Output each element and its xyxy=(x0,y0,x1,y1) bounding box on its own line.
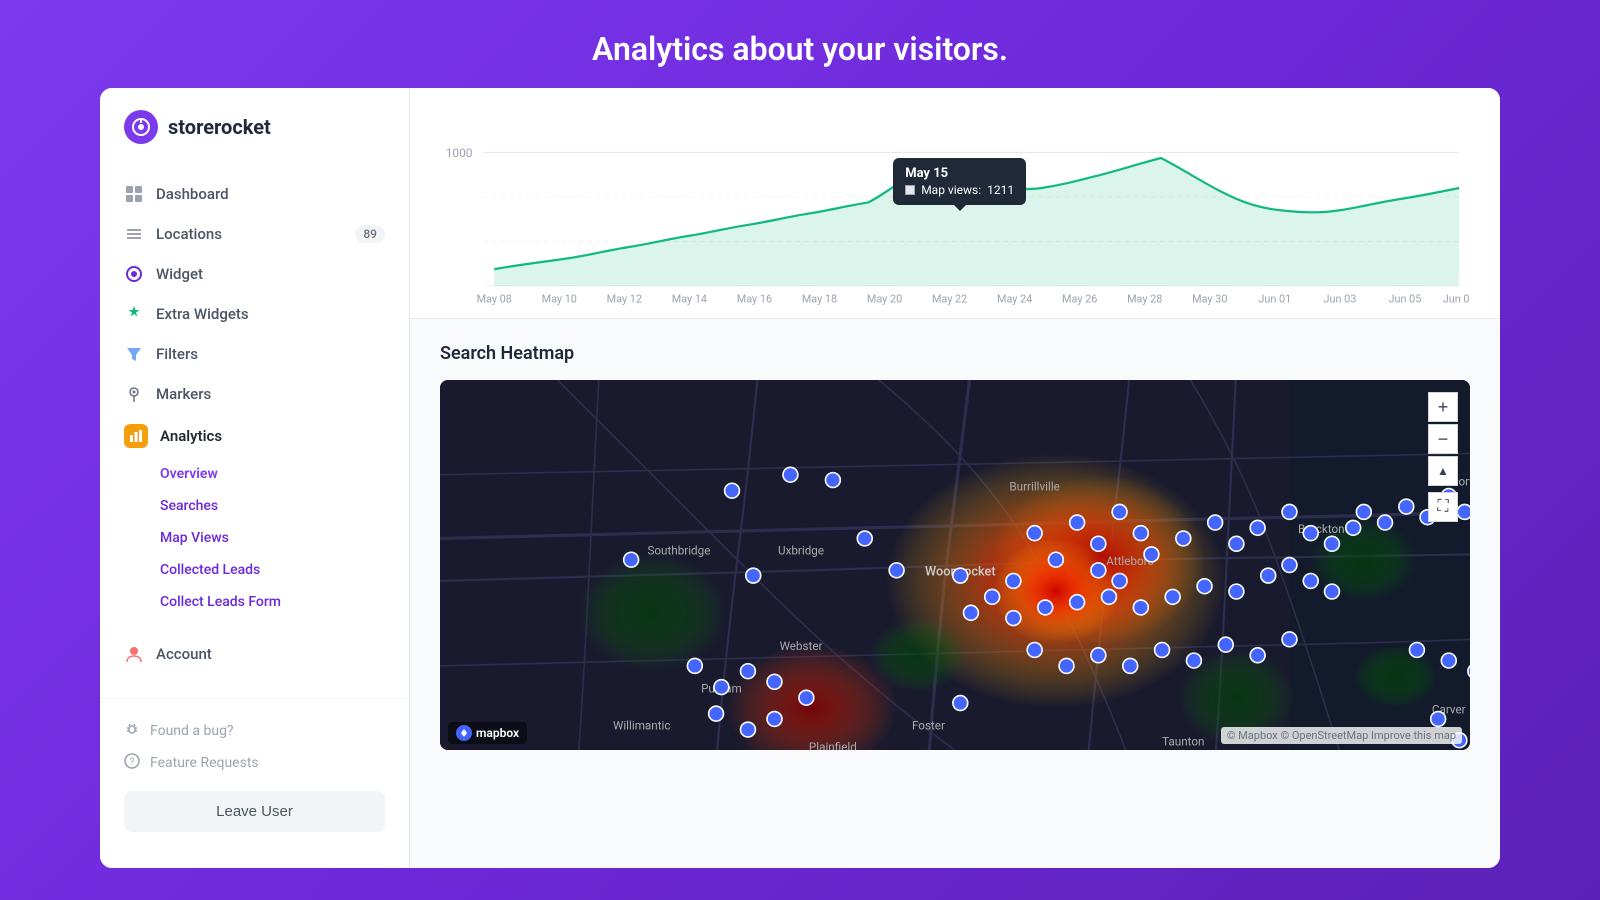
sidebar-item-locations[interactable]: Locations 89 xyxy=(100,214,409,254)
heatmap-section: Search Heatmap xyxy=(410,319,1500,774)
main-container: storerocket Dashboard xyxy=(100,88,1500,868)
dashboard-icon xyxy=(124,184,144,204)
zoom-out-button[interactable]: − xyxy=(1428,424,1458,454)
svg-text:May 12: May 12 xyxy=(607,292,642,305)
feature-requests-label: Feature Requests xyxy=(150,755,259,771)
sidebar-bottom: Found a bug? ? Feature Requests Leave Us… xyxy=(100,698,409,848)
sidebar-item-map-views[interactable]: Map Views xyxy=(160,522,409,554)
svg-text:May 26: May 26 xyxy=(1062,292,1097,305)
svg-text:Plainfield: Plainfield xyxy=(809,740,857,750)
reset-bearing-button[interactable]: ▲ xyxy=(1428,456,1458,486)
sidebar-item-widget[interactable]: Widget xyxy=(100,254,409,294)
sidebar-item-collected-leads[interactable]: Collected Leads xyxy=(160,554,409,586)
sidebar-item-locations-label: Locations xyxy=(156,225,222,243)
svg-text:May 16: May 16 xyxy=(737,292,772,305)
map-container[interactable]: Woonsocket Uxbridge Southbridge Webster … xyxy=(440,380,1470,750)
svg-text:May 20: May 20 xyxy=(867,292,902,305)
chart-section: May 15 Map views: 1211 1000 xyxy=(410,88,1500,319)
bug-icon xyxy=(124,721,140,741)
svg-text:Jun 05: Jun 05 xyxy=(1389,292,1422,305)
svg-text:Foster: Foster xyxy=(912,719,945,733)
sidebar-item-overview[interactable]: Overview xyxy=(160,458,409,490)
filters-icon xyxy=(124,344,144,364)
sidebar-item-searches[interactable]: Searches xyxy=(160,490,409,522)
locations-icon xyxy=(124,224,144,244)
svg-text:1000: 1000 xyxy=(446,146,473,160)
svg-text:May 24: May 24 xyxy=(997,292,1032,305)
collect-leads-form-label: Collect Leads Form xyxy=(160,594,281,610)
chart-svg: 1000 May 08 May 10 May 12 May 14 May 16 … xyxy=(440,108,1470,308)
svg-text:May 18: May 18 xyxy=(802,292,837,305)
svg-text:Uxbridge: Uxbridge xyxy=(778,543,824,557)
leave-user-button[interactable]: Leave User xyxy=(124,791,385,832)
markers-icon xyxy=(124,384,144,404)
sidebar-item-extra-widgets-label: Extra Widgets xyxy=(156,305,249,323)
sidebar-navigation: Dashboard Locations 89 xyxy=(100,166,409,698)
found-a-bug-label: Found a bug? xyxy=(150,723,234,739)
svg-text:Willimantic: Willimantic xyxy=(613,719,671,733)
zoom-in-button[interactable]: + xyxy=(1428,392,1458,422)
account-icon xyxy=(124,644,144,664)
sidebar-item-collect-leads-form[interactable]: Collect Leads Form xyxy=(160,586,409,618)
svg-text:May 10: May 10 xyxy=(542,292,577,305)
svg-text:May 14: May 14 xyxy=(672,292,707,305)
map-attribution: © Mapbox © OpenStreetMap Improve this ma… xyxy=(1221,727,1462,744)
sidebar-item-dashboard-label: Dashboard xyxy=(156,185,229,203)
logo-text: storerocket xyxy=(168,115,271,139)
svg-text:?: ? xyxy=(130,757,135,768)
widget-icon xyxy=(124,264,144,284)
page-title: Analytics about your visitors. xyxy=(20,30,1580,68)
extra-widgets-icon xyxy=(124,304,144,324)
main-content: May 15 Map views: 1211 1000 xyxy=(410,88,1500,868)
svg-text:Southbridge: Southbridge xyxy=(647,543,710,557)
svg-text:Jun 01: Jun 01 xyxy=(1258,292,1291,305)
sidebar-item-account-label: Account xyxy=(156,645,212,663)
sidebar-item-analytics[interactable]: Analytics xyxy=(100,414,409,458)
svg-text:Taunton: Taunton xyxy=(1162,735,1204,749)
svg-text:May 08: May 08 xyxy=(477,292,512,305)
chart-container: May 15 Map views: 1211 1000 xyxy=(440,108,1470,308)
sidebar-item-filters-label: Filters xyxy=(156,345,198,363)
mapbox-label: mapbox xyxy=(476,726,519,740)
map-views-label: Map Views xyxy=(160,530,229,546)
sidebar-item-dashboard[interactable]: Dashboard xyxy=(100,174,409,214)
sidebar-item-widget-label: Widget xyxy=(156,265,203,283)
sidebar-item-markers[interactable]: Markers xyxy=(100,374,409,414)
svg-text:May 22: May 22 xyxy=(932,292,967,305)
heatmap-title: Search Heatmap xyxy=(440,343,1470,364)
sidebar-item-account[interactable]: Account xyxy=(100,634,409,674)
analytics-icon xyxy=(124,424,148,448)
sidebar-item-analytics-label: Analytics xyxy=(160,427,222,445)
logo-area: storerocket xyxy=(100,88,409,166)
svg-text:Jun 03: Jun 03 xyxy=(1323,292,1356,305)
map-background: Woonsocket Uxbridge Southbridge Webster … xyxy=(440,380,1470,750)
page-title-bar: Analytics about your visitors. xyxy=(20,20,1580,88)
locations-badge: 89 xyxy=(355,225,385,243)
collected-leads-label: Collected Leads xyxy=(160,562,260,578)
found-a-bug-item[interactable]: Found a bug? xyxy=(124,715,385,747)
svg-text:May 30: May 30 xyxy=(1192,292,1227,305)
overview-label: Overview xyxy=(160,466,218,482)
svg-text:Burrillville: Burrillville xyxy=(1009,480,1060,494)
feature-requests-item[interactable]: ? Feature Requests xyxy=(124,747,385,779)
question-icon: ? xyxy=(124,753,140,773)
svg-text:May 28: May 28 xyxy=(1127,292,1162,305)
mapbox-logo: mapbox xyxy=(448,722,527,744)
sidebar-item-extra-widgets[interactable]: Extra Widgets xyxy=(100,294,409,334)
logo-icon xyxy=(124,110,158,144)
analytics-submenu: Overview Searches Map Views Collected Le… xyxy=(100,458,409,618)
searches-label: Searches xyxy=(160,498,218,514)
expand-button[interactable]: ⛶ xyxy=(1428,492,1458,522)
sidebar-item-filters[interactable]: Filters xyxy=(100,334,409,374)
sidebar: storerocket Dashboard xyxy=(100,88,410,868)
map-controls: + − ▲ ⛶ xyxy=(1428,392,1458,522)
svg-text:Jun 07: Jun 07 xyxy=(1443,292,1470,305)
sidebar-item-markers-label: Markers xyxy=(156,385,211,403)
svg-text:Webster: Webster xyxy=(780,639,823,653)
